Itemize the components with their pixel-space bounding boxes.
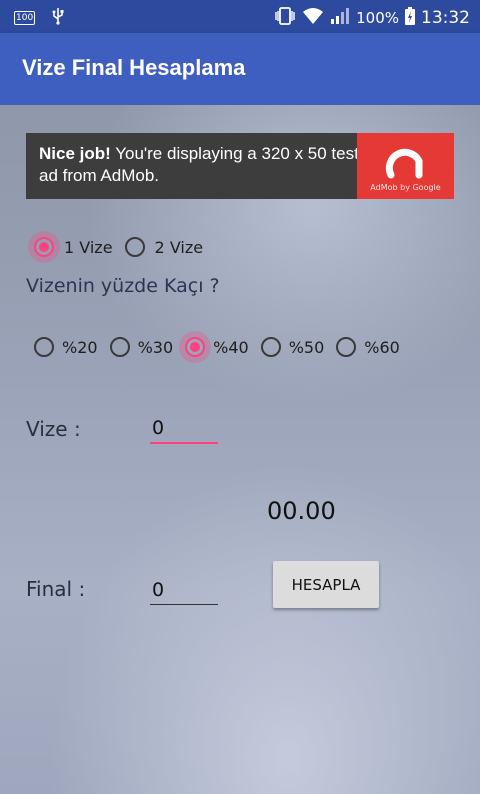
radio-2-vize[interactable]: 2 Vize (124, 237, 204, 257)
result-value: 00.00 (267, 497, 336, 525)
calculate-button[interactable]: HESAPLA (273, 561, 379, 608)
radio-circle[interactable] (336, 337, 357, 357)
radio-label: 1 Vize (64, 237, 113, 257)
usb-icon (51, 7, 65, 29)
radio-percent-30[interactable]: %30 (109, 337, 174, 357)
signal-icon (330, 7, 350, 29)
admob-caption: AdMob by Google (370, 183, 441, 192)
vibrate-icon (274, 7, 296, 29)
final-input[interactable] (150, 577, 218, 605)
radio-label: %40 (213, 337, 249, 357)
admob-logo: AdMob by Google (357, 133, 454, 199)
radio-circle[interactable] (124, 237, 145, 257)
radio-percent-60[interactable]: %60 (336, 337, 400, 357)
vize-count-group: 1 Vize 2 Vize (34, 237, 215, 257)
notification-100-icon: 100 (14, 11, 36, 25)
admob-icon (385, 148, 423, 179)
clock: 13:32 (421, 8, 470, 28)
radio-circle[interactable] (185, 337, 206, 357)
ad-text: Nice job! You're displaying a 320 x 50 t… (39, 143, 359, 187)
percent-question: Vizenin yüzde Kaçı ? (26, 275, 220, 297)
radio-label: %30 (137, 337, 174, 357)
final-label: Final : (26, 577, 86, 601)
battery-percent: 100% (356, 9, 399, 27)
radio-circle[interactable] (34, 337, 54, 357)
radio-circle[interactable] (109, 337, 130, 357)
status-bar: 100 100% 13:32 (0, 0, 480, 33)
vize-label: Vize : (26, 417, 81, 441)
app-title: Vize Final Hesaplama (22, 55, 246, 80)
radio-1-vize[interactable]: 1 Vize (34, 237, 113, 257)
radio-circle[interactable] (260, 337, 281, 357)
ad-banner[interactable]: Nice job! You're displaying a 320 x 50 t… (26, 133, 454, 199)
app-bar: Vize Final Hesaplama (0, 33, 480, 105)
wifi-icon (302, 7, 324, 29)
ad-bold-text: Nice job! (39, 144, 111, 163)
radio-label: %60 (364, 337, 400, 357)
radio-percent-40[interactable]: %40 (185, 337, 249, 357)
radio-label: %50 (288, 337, 325, 357)
radio-label: %20 (62, 337, 98, 357)
percent-group: %20 %30 %40 %50 %60 (34, 337, 412, 357)
vize-input[interactable] (150, 416, 218, 444)
main-content: Nice job! You're displaying a 320 x 50 t… (0, 105, 480, 794)
battery-icon (405, 7, 415, 29)
radio-percent-20[interactable]: %20 (34, 337, 98, 357)
radio-label: 2 Vize (154, 237, 204, 257)
radio-circle[interactable] (34, 237, 54, 257)
radio-percent-50[interactable]: %50 (260, 337, 325, 357)
